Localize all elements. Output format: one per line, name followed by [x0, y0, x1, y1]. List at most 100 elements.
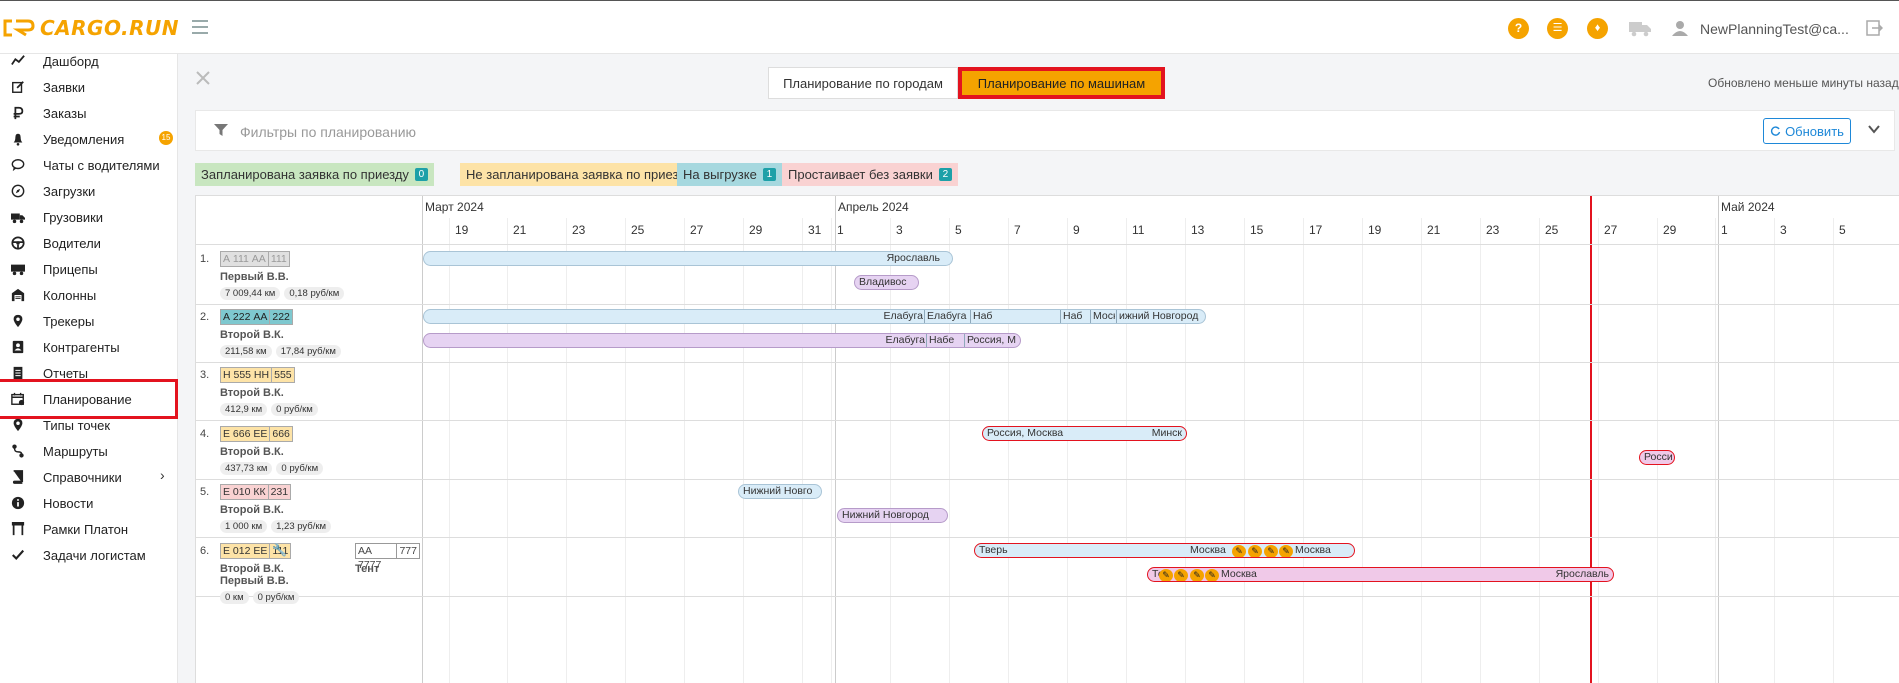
trip-bar[interactable]: Россия, Москва Минск: [982, 426, 1187, 441]
vehicle-info[interactable]: 6. Е 012 ЕЕ 111 Второй В.К. Первый В.В. 0 км 0…: [200, 543, 420, 604]
tab-planning-by-vehicles[interactable]: Планирование по машинам: [958, 67, 1165, 99]
day-gridline: [449, 218, 450, 683]
refresh-icon: [1771, 125, 1781, 136]
sidebar-item-2[interactable]: Заказы: [0, 100, 178, 126]
license-plate[interactable]: А 111 АА 111: [220, 251, 290, 267]
refresh-button[interactable]: Обновить: [1763, 118, 1851, 144]
service-wrench-icon[interactable]: ✎: [1159, 569, 1173, 581]
distance: 0 км: [220, 591, 249, 604]
sidebar-item-4[interactable]: Чаты с водителями: [0, 152, 178, 178]
sidebar-item-label: Контрагенты: [43, 339, 120, 355]
logo[interactable]: CARGO.RUN: [2, 16, 179, 40]
month-divider: [1718, 196, 1719, 683]
sidebar-item-10[interactable]: Трекеры: [0, 308, 178, 334]
segment-divider: [1116, 310, 1117, 323]
sidebar-item-5[interactable]: Загрузки: [0, 178, 178, 204]
close-icon[interactable]: [195, 70, 211, 86]
license-plate[interactable]: Е 666 ЕЕ 666: [220, 426, 293, 442]
tab-planning-by-cities[interactable]: Планирование по городам: [768, 67, 958, 99]
user-icon[interactable]: [1671, 19, 1689, 37]
legend-tag[interactable]: Запланирована заявка по приезду 0: [195, 163, 434, 186]
filter-bar[interactable]: Фильтры по планированию Обновить: [195, 110, 1895, 151]
driver-name: Второй В.К.: [220, 446, 284, 458]
fire-icon[interactable]: ♦: [1587, 18, 1608, 39]
sidebar-item-15[interactable]: Маршруты: [0, 438, 178, 464]
bell-icon: [10, 131, 26, 147]
vehicle-info[interactable]: 4. Е 666 ЕЕ 666 Второй В.К. 437,73 км 0 руб/к…: [200, 426, 420, 478]
vehicle-info[interactable]: 5. Е 010 КК 231 Второй В.К. 1 000 км 1,23 руб…: [200, 484, 420, 536]
chat-icon[interactable]: ☰: [1547, 18, 1568, 39]
truck-icon[interactable]: [1628, 19, 1652, 37]
sidebar-item-19[interactable]: Задачи логистам: [0, 542, 178, 568]
legend-label: На выгрузке: [683, 167, 757, 182]
month-divider: [835, 196, 836, 683]
segment-divider: [970, 310, 971, 323]
month-label: Март 2024: [425, 200, 484, 214]
sidebar-item-8[interactable]: Прицепы: [0, 256, 178, 282]
service-wrench-icon[interactable]: ✎: [1248, 545, 1262, 557]
legend-tag[interactable]: Простаивает без заявки 2: [782, 163, 958, 186]
service-wrench-icon[interactable]: ✎: [1190, 569, 1204, 581]
wrench-icon: 🔧: [272, 543, 287, 557]
service-wrench-icon[interactable]: ✎: [1205, 569, 1219, 581]
sidebar-item-14[interactable]: Типы точек: [0, 412, 178, 438]
trip-bar[interactable]: Ярославль: [423, 251, 953, 266]
service-wrench-icon[interactable]: ✎: [1264, 545, 1278, 557]
day-label: 21: [513, 223, 527, 237]
sidebar-item-label: Маршруты: [43, 443, 108, 459]
trip-bar[interactable]: Тверь Москва Москва ✎ ✎ ✎ ✎: [974, 543, 1355, 558]
row-divider: [196, 596, 1899, 597]
legend-count: 0: [414, 168, 428, 181]
gate-icon: [10, 521, 26, 537]
sidebar-item-3[interactable]: Уведомления 15: [0, 126, 178, 152]
logout-icon[interactable]: [1865, 19, 1883, 37]
menu-toggle-icon[interactable]: [192, 20, 208, 34]
day-label: 17: [1309, 223, 1323, 237]
edit-icon: [10, 79, 26, 95]
sidebar-item-16[interactable]: Справочники ›: [0, 464, 178, 490]
sidebar-item-18[interactable]: Рамки Платон: [0, 516, 178, 542]
trip-bar[interactable]: Нижний Новгород: [837, 508, 948, 523]
sidebar-item-9[interactable]: Колонны: [0, 282, 178, 308]
license-plate[interactable]: А 222 АА 222: [220, 309, 293, 325]
license-plate[interactable]: Е 010 КК 231: [220, 484, 292, 500]
sidebar-item-1[interactable]: Заявки: [0, 74, 178, 100]
sidebar-item-label: Задачи логистам: [43, 547, 146, 563]
chevron-down-icon[interactable]: [1867, 122, 1881, 136]
trip-bar[interactable]: Елабуга Набе Россия, М: [423, 333, 1021, 348]
day-label: 13: [1191, 223, 1205, 237]
trip-point-label: Ярославль: [886, 252, 940, 264]
trip-bar[interactable]: Те Москва Ярославль ✎ ✎ ✎ ✎: [1147, 567, 1614, 582]
help-icon[interactable]: ?: [1508, 18, 1529, 39]
legend-tag[interactable]: На выгрузке 1: [677, 163, 782, 186]
vehicle-stats: 0 км 0 руб/км: [220, 591, 300, 604]
filter-placeholder: Фильтры по планированию: [240, 124, 417, 140]
day-gridline: [1303, 218, 1304, 683]
sidebar-item-label: Загрузки: [43, 183, 96, 199]
vehicle-info[interactable]: 1. А 111 АА 111 Первый В.В. 7 009,44 км 0,18 …: [200, 251, 420, 303]
sidebar-item-7[interactable]: Водители: [0, 230, 178, 256]
service-wrench-icon[interactable]: ✎: [1232, 545, 1246, 557]
segment-divider: [924, 310, 925, 323]
license-plate[interactable]: Н 555 НН 555: [220, 367, 295, 383]
sidebar-item-6[interactable]: Грузовики: [0, 204, 178, 230]
service-wrench-icon[interactable]: ✎: [1174, 569, 1188, 581]
trailer-plate[interactable]: АА 7777 777: [355, 543, 420, 571]
sidebar-item-0[interactable]: Дашборд: [0, 48, 178, 74]
trip-bar[interactable]: Елабуга Елабуга Наб Наб Москв ижний Новгород: [423, 309, 1206, 324]
chevron-right-icon[interactable]: ›: [160, 467, 165, 483]
sidebar-item-17[interactable]: Новости: [0, 490, 178, 516]
driver-name: Второй В.К.: [220, 504, 284, 516]
plate-region: 222: [269, 310, 292, 324]
row-number: 2.: [200, 311, 210, 323]
vehicle-info[interactable]: 3. Н 555 НН 555 Второй В.К. 412,9 км 0 руб/км: [200, 367, 420, 419]
service-wrench-icon[interactable]: ✎: [1279, 545, 1293, 557]
trip-bar[interactable]: Нижний Новго: [738, 484, 822, 499]
user-name[interactable]: NewPlanningTest@ca...: [1700, 21, 1849, 37]
sidebar-item-11[interactable]: Контрагенты: [0, 334, 178, 360]
trip-bar[interactable]: Росси: [1639, 450, 1675, 465]
sidebar-item-label: Прицепы: [43, 261, 98, 277]
trip-bar[interactable]: Владивос: [854, 275, 919, 290]
vehicle-info[interactable]: 2. А 222 АА 222 Второй В.К. 211,58 км 17,84 р…: [200, 309, 420, 361]
contacts-icon: [10, 339, 26, 355]
